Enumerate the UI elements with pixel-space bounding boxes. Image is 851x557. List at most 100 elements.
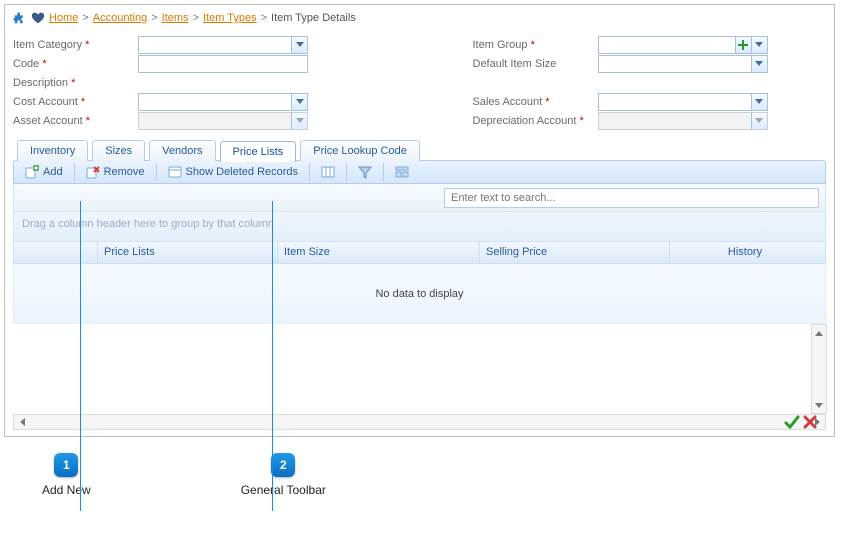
label-asset-account: Asset Account * (13, 115, 138, 127)
cost-account-select[interactable] (138, 93, 308, 111)
chevron-down-icon[interactable] (291, 94, 307, 110)
customize-icon (395, 165, 409, 179)
customize-button[interactable] (388, 162, 416, 182)
add-button-label: Add (43, 166, 63, 178)
label-dep-account: Depreciation Account * (473, 115, 598, 127)
vertical-scrollbar[interactable] (811, 324, 827, 414)
grid-search-input[interactable] (444, 188, 819, 208)
group-panel-hint: Drag a column header here to group by th… (22, 218, 274, 230)
chevron-down-icon (815, 403, 823, 408)
tab-price-lookup[interactable]: Price Lookup Code (300, 140, 420, 161)
callout-badge-1: 1 (54, 453, 78, 477)
filter-icon (358, 165, 372, 179)
filter-button[interactable] (351, 162, 379, 182)
chevron-down-icon[interactable] (291, 37, 307, 53)
add-icon (25, 165, 39, 179)
search-row (13, 184, 826, 212)
toolbar-separator (383, 163, 384, 181)
heart-icon (31, 11, 45, 25)
tab-inventory[interactable]: Inventory (17, 140, 88, 161)
dep-account-select (598, 112, 768, 130)
col-header-price-lists[interactable]: Price Lists (98, 242, 278, 263)
callout-badge-2: 2 (271, 453, 295, 477)
show-deleted-label: Show Deleted Records (186, 166, 299, 178)
callout-1: 1 Add New (42, 453, 91, 497)
label-sales-account: Sales Account * (473, 96, 598, 108)
col-header-item-size[interactable]: Item Size (278, 242, 480, 263)
scroll-left-button[interactable] (14, 418, 30, 426)
grid-empty-text: No data to display (375, 288, 463, 300)
item-group-select[interactable] (598, 36, 768, 54)
cancel-button[interactable] (802, 414, 818, 430)
breadcrumb: Home > Accounting > Items > Item Types >… (13, 9, 826, 31)
label-description: Description * (13, 77, 138, 89)
chevron-right-icon: > (82, 12, 88, 24)
remove-button-label: Remove (104, 166, 145, 178)
label-default-item-size: Default Item Size (473, 58, 598, 70)
callout-label-1: Add New (42, 483, 91, 497)
breadcrumb-link-accounting[interactable]: Accounting (93, 12, 147, 24)
breadcrumb-link-home[interactable]: Home (49, 12, 78, 24)
chevron-left-icon (20, 418, 25, 426)
chevron-right-icon: > (151, 12, 157, 24)
asset-account-select (138, 112, 308, 130)
chevron-down-icon (291, 113, 307, 129)
callouts: 1 Add New 2 General Toolbar (42, 453, 851, 497)
col-header-history[interactable]: History (670, 242, 820, 263)
tab-vendors[interactable]: Vendors (149, 140, 215, 161)
scroll-up-button[interactable] (812, 325, 826, 341)
scroll-down-button[interactable] (812, 397, 826, 413)
grid-scroll-area (13, 324, 826, 414)
breadcrumb-current: Item Type Details (271, 12, 356, 24)
show-deleted-button[interactable]: Show Deleted Records (161, 162, 306, 182)
toolbar-separator (309, 163, 310, 181)
toolbar-separator (74, 163, 75, 181)
label-cost-account: Cost Account * (13, 96, 138, 108)
label-item-category: Item Category * (13, 39, 138, 51)
chevron-up-icon (815, 331, 823, 336)
chevron-right-icon: > (193, 12, 199, 24)
column-chooser-button[interactable] (314, 162, 342, 182)
col-header-blank[interactable] (14, 242, 98, 263)
puzzle-icon (13, 11, 27, 25)
chevron-down-icon[interactable] (751, 56, 767, 72)
sales-account-select[interactable] (598, 93, 768, 111)
toolbar-separator (346, 163, 347, 181)
remove-icon (86, 165, 100, 179)
callout-label-2: General Toolbar (241, 483, 326, 497)
horizontal-scrollbar[interactable] (13, 414, 826, 430)
grid-header: Price Lists Item Size Selling Price Hist… (13, 242, 826, 264)
default-item-size-select[interactable] (598, 55, 768, 73)
footer-actions (784, 414, 818, 430)
grid-toolbar: Add Remove Show Deleted Records (13, 160, 826, 184)
cross-icon (805, 417, 815, 427)
chevron-right-icon: > (261, 12, 267, 24)
chevron-down-icon[interactable] (751, 37, 767, 53)
grid-body: No data to display (13, 264, 826, 324)
tab-price-lists[interactable]: Price Lists (220, 141, 297, 162)
col-header-selling-price[interactable]: Selling Price (480, 242, 670, 263)
chevron-down-icon (751, 113, 767, 129)
tabs: Inventory Sizes Vendors Price Lists Pric… (17, 140, 826, 161)
add-button[interactable]: Add (18, 162, 70, 182)
label-item-group: Item Group * (473, 39, 598, 51)
callout-2: 2 General Toolbar (241, 453, 326, 497)
code-input[interactable] (138, 55, 308, 73)
page-frame: Home > Accounting > Items > Item Types >… (4, 4, 835, 437)
add-item-group-button[interactable] (735, 37, 751, 53)
plus-icon (738, 40, 748, 50)
item-category-select[interactable] (138, 36, 308, 54)
check-icon (786, 417, 798, 427)
toolbar-separator (156, 163, 157, 181)
group-panel[interactable]: Drag a column header here to group by th… (13, 212, 826, 242)
breadcrumb-link-items[interactable]: Items (162, 12, 189, 24)
tab-sizes[interactable]: Sizes (92, 140, 145, 161)
form-area: Item Category * Code * Description * Cos… (13, 35, 826, 130)
remove-button[interactable]: Remove (79, 162, 152, 182)
label-code: Code * (13, 58, 138, 70)
chevron-down-icon[interactable] (751, 94, 767, 110)
columns-icon (321, 165, 335, 179)
breadcrumb-link-item-types[interactable]: Item Types (203, 12, 257, 24)
apply-button[interactable] (784, 414, 800, 430)
show-deleted-icon (168, 165, 182, 179)
